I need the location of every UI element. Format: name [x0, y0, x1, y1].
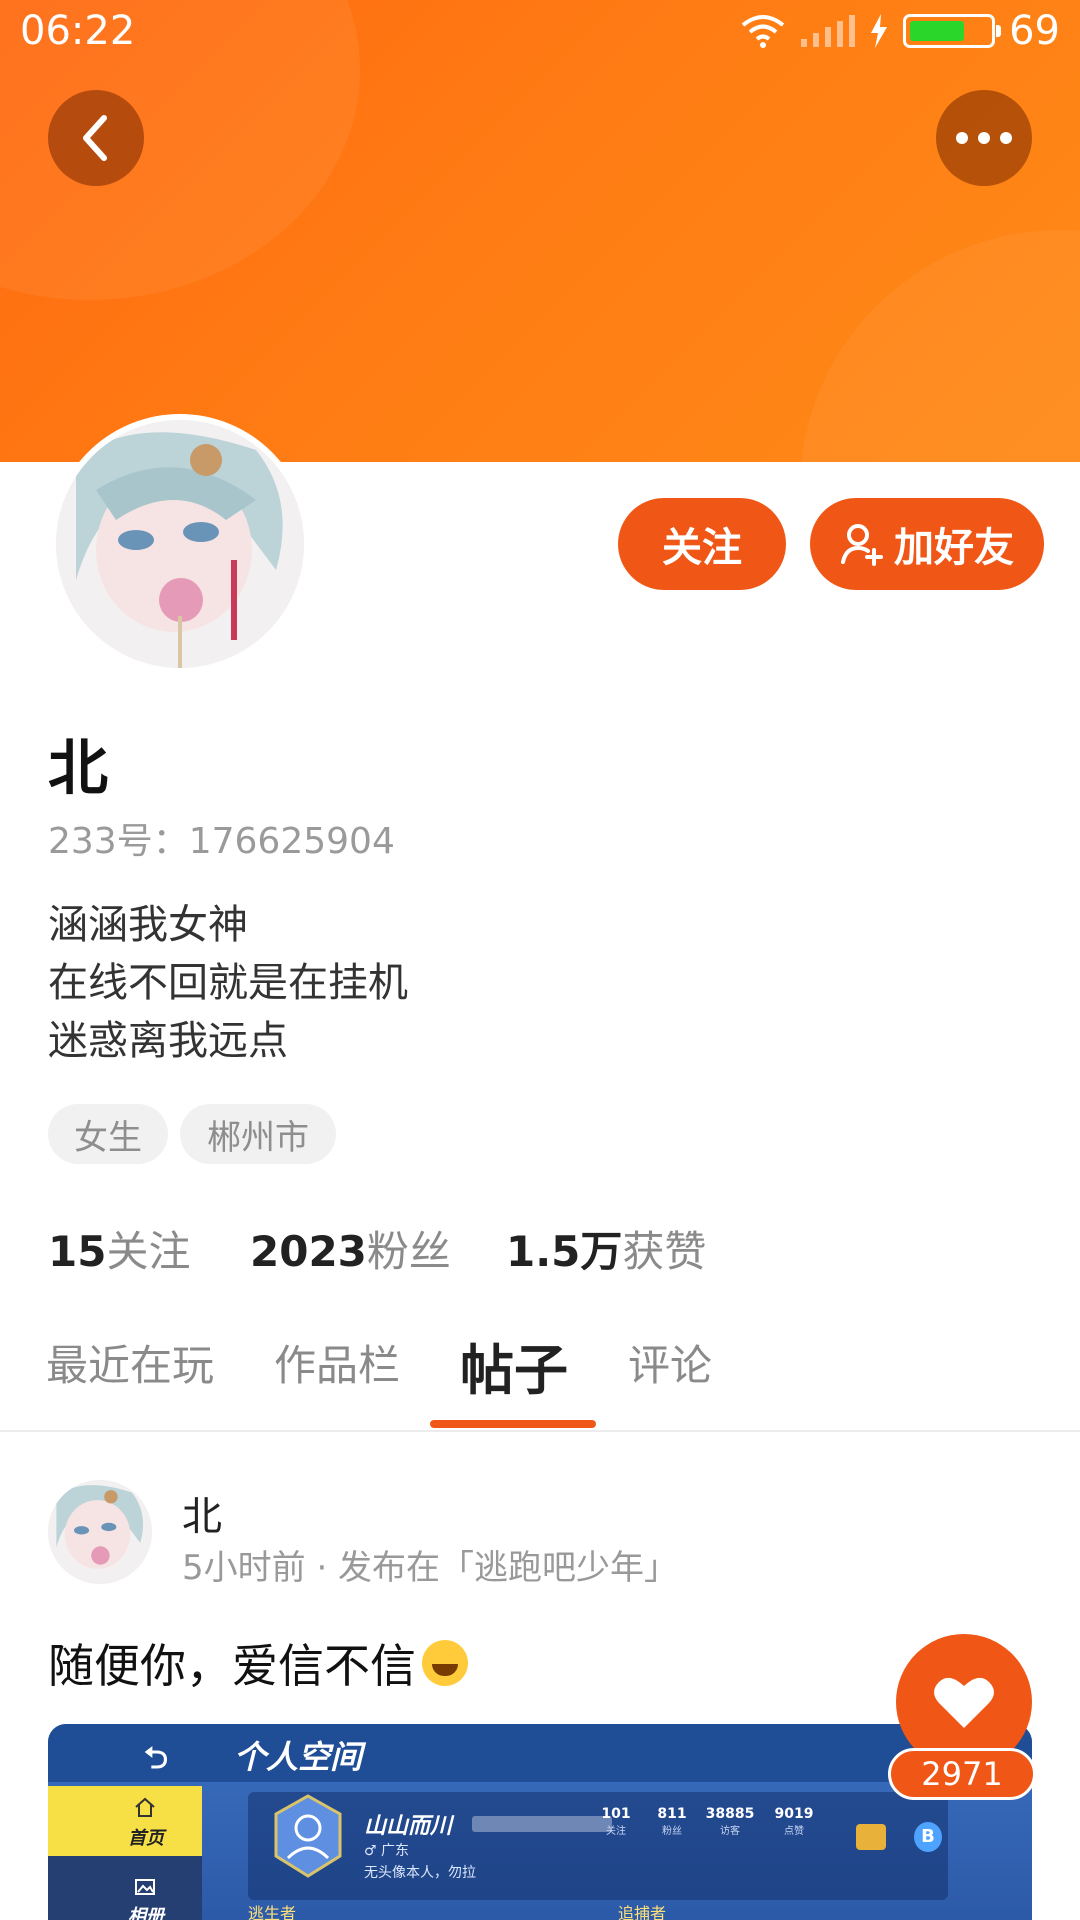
- follow-button[interactable]: 关注: [618, 498, 786, 590]
- game-player-region: ♂ 广东: [364, 1843, 410, 1859]
- stat-number: 2023: [250, 1227, 367, 1276]
- more-dots-icon: [956, 132, 1012, 144]
- like-count: 2971: [888, 1748, 1036, 1800]
- status-icons: 69: [741, 8, 1060, 54]
- post-text: 随便你，爱信不信: [48, 1630, 468, 1696]
- profile-header-banner: 06:22 69: [0, 0, 1080, 462]
- avatar-image: [48, 1480, 152, 1584]
- more-options-button[interactable]: [936, 90, 1032, 186]
- post-text-content: 随便你，爱信不信: [48, 1639, 416, 1693]
- profile-uid: 233号：176625904: [48, 821, 395, 862]
- game-topbar: [48, 1724, 1032, 1782]
- profile-bio: 涵涵我女神 在线不回就是在挂机 迷惑离我远点: [48, 896, 408, 1070]
- post-image[interactable]: ⮌ 个人空间 首页 相册 山山而川 ♂ 广东 无头像本人，勿拉 101 关注 81…: [48, 1724, 1032, 1920]
- game-stat: 9019 点赞: [774, 1806, 814, 1837]
- add-person-icon: [841, 524, 883, 566]
- game-home-tab: [48, 1786, 202, 1856]
- banner-decoration: [800, 230, 1080, 462]
- game-stat: 101 关注: [601, 1806, 631, 1837]
- stat-following[interactable]: 15关注: [48, 1218, 190, 1279]
- battery-percent: 69: [1009, 8, 1060, 54]
- divider: [0, 1430, 1080, 1432]
- treasure-chest-icon: [856, 1824, 886, 1850]
- stat-likes[interactable]: 1.5万获赞: [506, 1218, 706, 1279]
- city-tag: 郴州市: [180, 1104, 336, 1164]
- battery-icon: [903, 14, 1002, 48]
- wifi-icon: [741, 15, 785, 48]
- tab-works[interactable]: 作品栏: [274, 1332, 400, 1393]
- game-stat: 38885 访客: [705, 1806, 755, 1837]
- chevron-left-icon: [83, 115, 107, 161]
- post-meta: 5小时前 · 发布在「逃跑吧少年」: [182, 1548, 679, 1588]
- post-author-avatar[interactable]: [48, 1480, 152, 1584]
- game-chaser-label: 追捕者: [618, 1904, 667, 1920]
- tab-comments[interactable]: 评论: [628, 1332, 712, 1393]
- tab-recent-play[interactable]: 最近在玩: [46, 1332, 214, 1393]
- profile-name: 北: [48, 734, 108, 804]
- gender-tag: 女生: [48, 1104, 168, 1164]
- status-time: 06:22: [20, 8, 136, 54]
- player-avatar-icon: [274, 1794, 342, 1878]
- charging-icon: [871, 14, 888, 48]
- avatar-image: [56, 420, 304, 668]
- cellular-signal-icon: [801, 15, 856, 47]
- status-bar: 06:22 69: [0, 0, 1080, 66]
- profile-avatar[interactable]: [50, 414, 310, 674]
- add-friend-button[interactable]: 加好友: [810, 498, 1044, 590]
- rank-badge-icon: B: [914, 1822, 942, 1852]
- game-stat: 811 粉丝: [657, 1806, 687, 1837]
- laughing-emoji-icon: [422, 1640, 468, 1686]
- game-album-label: 相册: [128, 1906, 164, 1920]
- stat-number: 1.5万: [506, 1227, 623, 1276]
- stat-label: 关注: [106, 1227, 191, 1276]
- game-back-icon: ⮌: [144, 1741, 169, 1776]
- back-button[interactable]: [48, 90, 144, 186]
- album-icon: [135, 1879, 155, 1895]
- stat-label: 获赞: [622, 1227, 707, 1276]
- game-title: 个人空间: [234, 1738, 363, 1776]
- game-player-name: 山山而川: [364, 1814, 453, 1839]
- bio-line: 迷惑离我远点: [48, 1018, 288, 1064]
- active-tab-indicator: [430, 1420, 596, 1428]
- heart-icon: [934, 1677, 994, 1728]
- bio-line: 涵涵我女神: [48, 902, 248, 948]
- bio-line: 在线不回就是在挂机: [48, 960, 408, 1006]
- post-author-name[interactable]: 北: [182, 1484, 222, 1542]
- follow-label: 关注: [662, 525, 742, 571]
- game-home-label: 首页: [128, 1828, 164, 1849]
- game-escaper-label: 逃生者: [248, 1904, 297, 1920]
- stat-label: 粉丝: [366, 1227, 451, 1276]
- game-player-signature: 无头像本人，勿拉: [364, 1865, 476, 1881]
- tab-posts[interactable]: 帖子: [460, 1326, 568, 1405]
- add-friend-label: 加好友: [894, 525, 1014, 571]
- home-icon: [135, 1797, 155, 1817]
- stat-fans[interactable]: 2023粉丝: [250, 1218, 451, 1279]
- stat-number: 15: [48, 1227, 107, 1276]
